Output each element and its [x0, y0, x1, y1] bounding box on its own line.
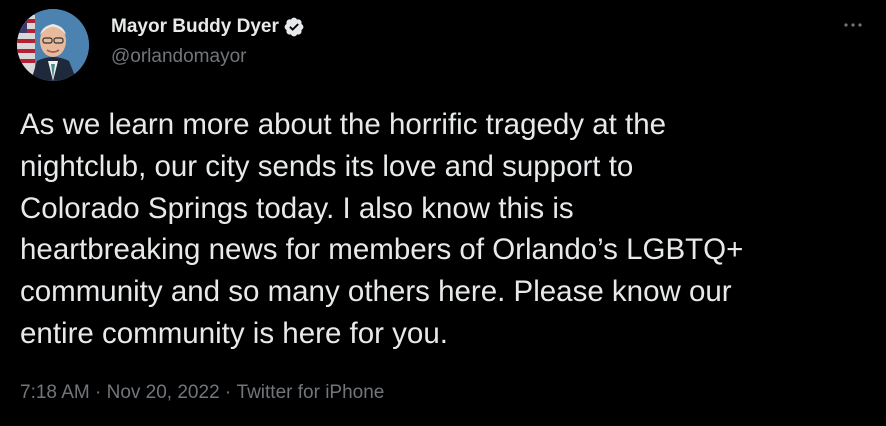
verified-badge-icon — [283, 16, 305, 38]
tweet: Mayor Buddy Dyer @orlandomayor As we lea… — [0, 0, 886, 426]
tweet-text: As we learn more about the horrific trag… — [20, 108, 744, 350]
avatar-photo — [17, 9, 89, 81]
more-options-button[interactable] — [842, 14, 864, 36]
tweet-time[interactable]: 7:18 AM — [20, 382, 90, 404]
tweet-date[interactable]: Nov 20, 2022 — [107, 382, 220, 404]
more-options-icon — [844, 23, 862, 27]
author-handle[interactable]: @orlandomayor — [111, 46, 246, 68]
avatar[interactable] — [17, 9, 89, 81]
meta-separator: · — [89, 382, 107, 403]
author-display-name[interactable]: Mayor Buddy Dyer — [111, 16, 279, 38]
meta-separator: · — [219, 382, 237, 403]
author-name-row[interactable]: Mayor Buddy Dyer — [111, 14, 305, 40]
tweet-source[interactable]: Twitter for iPhone — [237, 382, 385, 404]
tweet-meta: 7:18 AM · Nov 20, 2022 · Twitter for iPh… — [20, 382, 384, 404]
